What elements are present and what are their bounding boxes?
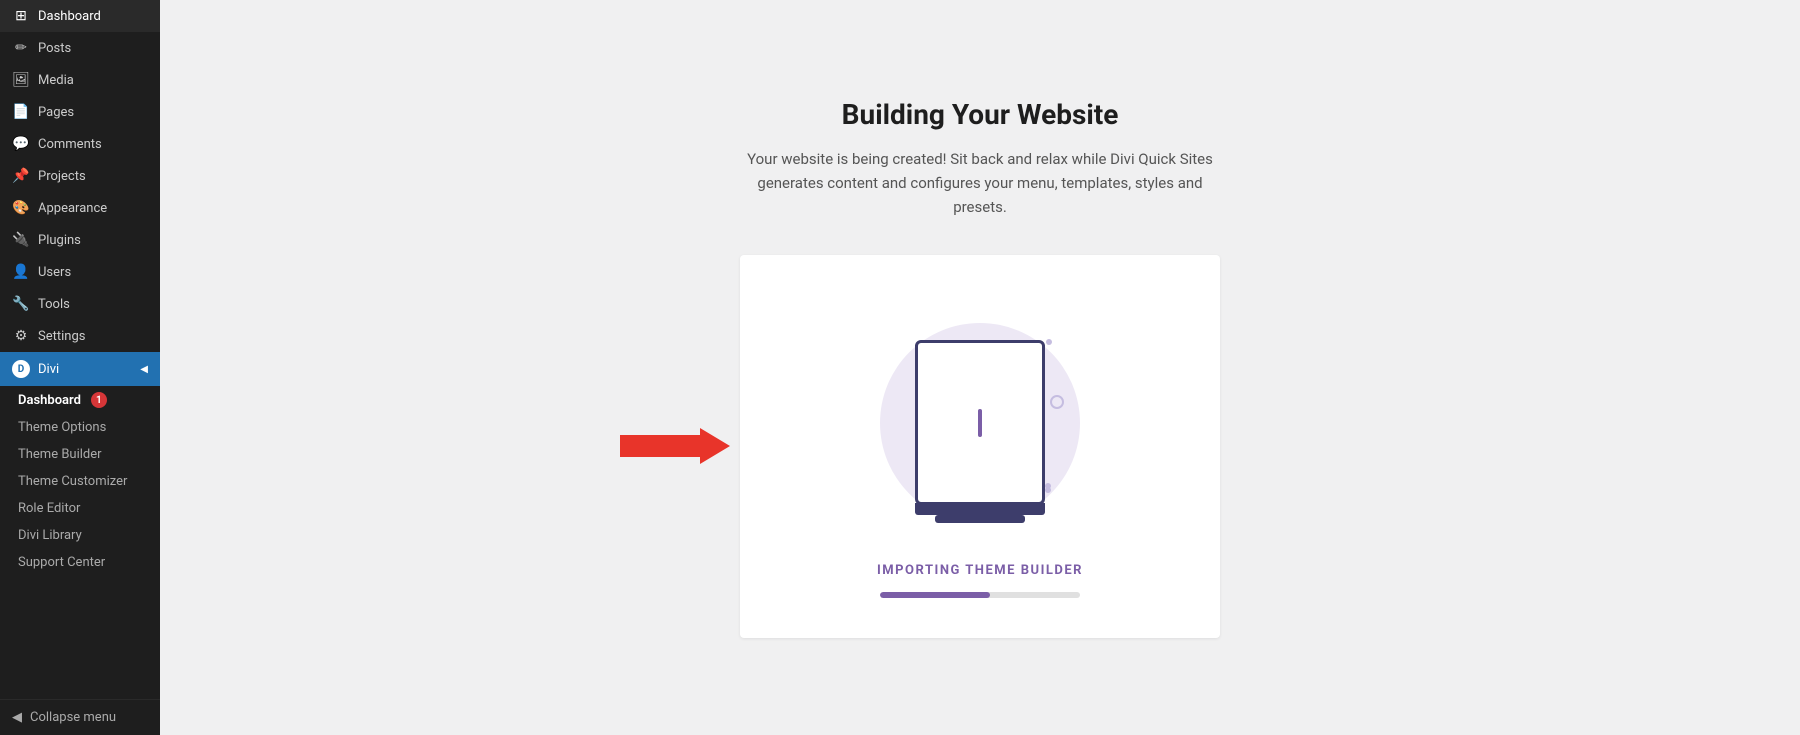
dashboard-badge: 1 (91, 392, 107, 408)
sidebar-item-projects[interactable]: 📌 Projects (0, 160, 160, 192)
pages-icon: 📄 (12, 104, 30, 120)
submenu-item-dashboard[interactable]: Dashboard 1 (0, 386, 160, 414)
submenu-item-theme-customizer[interactable]: Theme Customizer (0, 468, 160, 495)
device-stand (915, 503, 1045, 515)
submenu-theme-options-label: Theme Options (18, 420, 106, 435)
sidebar-item-tools[interactable]: 🔧 Tools (0, 288, 160, 320)
divi-menu-item[interactable]: D Divi ◀ (0, 352, 160, 386)
sidebar-item-label: Plugins (38, 233, 81, 248)
media-icon: 🖼 (12, 72, 30, 88)
sidebar-item-label: Projects (38, 169, 86, 184)
settings-icon: ⚙ (12, 328, 30, 344)
sidebar-item-label: Settings (38, 329, 85, 344)
submenu-theme-customizer-label: Theme Customizer (18, 474, 127, 489)
deco-circle-1 (1050, 395, 1064, 409)
sidebar-item-pages[interactable]: 📄 Pages (0, 96, 160, 128)
sidebar-item-label: Posts (38, 41, 71, 56)
sidebar-item-label: Dashboard (38, 9, 101, 24)
submenu-role-editor-label: Role Editor (18, 501, 80, 516)
progress-fill (880, 592, 990, 598)
submenu-item-role-editor[interactable]: Role Editor (0, 495, 160, 522)
dashboard-icon: ⊞ (12, 8, 30, 24)
collapse-icon: ◀ (12, 710, 22, 725)
submenu-item-theme-builder[interactable]: Theme Builder (0, 441, 160, 468)
comments-icon: 💬 (12, 136, 30, 152)
deco-dot-1 (1046, 339, 1052, 345)
sidebar-item-appearance[interactable]: 🎨 Appearance (0, 192, 160, 224)
building-card: IMPORTING THEME BUILDER (740, 255, 1220, 638)
sidebar-item-label: Media (38, 73, 74, 88)
red-arrow (620, 428, 730, 464)
sidebar-item-label: Appearance (38, 201, 107, 216)
page-subtitle: Your website is being created! Sit back … (740, 147, 1220, 219)
sidebar-item-posts[interactable]: ✏ Posts (0, 32, 160, 64)
posts-icon: ✏ (12, 40, 30, 56)
submenu-dashboard-label: Dashboard (18, 393, 81, 408)
divi-label: Divi (38, 362, 59, 377)
submenu-theme-builder-label: Theme Builder (18, 447, 102, 462)
collapse-menu-button[interactable]: ◀ Collapse menu (0, 699, 160, 735)
sidebar-item-users[interactable]: 👤 Users (0, 256, 160, 288)
submenu-item-divi-library[interactable]: Divi Library (0, 522, 160, 549)
users-icon: 👤 (12, 264, 30, 280)
projects-icon: 📌 (12, 168, 30, 184)
divi-submenu: Dashboard 1 Theme Options Theme Builder … (0, 386, 160, 576)
sidebar-item-plugins[interactable]: 🔌 Plugins (0, 224, 160, 256)
sidebar-item-comments[interactable]: 💬 Comments (0, 128, 160, 160)
submenu-divi-library-label: Divi Library (18, 528, 82, 543)
page-title: Building Your Website (842, 98, 1119, 131)
submenu-item-support-center[interactable]: Support Center (0, 549, 160, 576)
deco-dot-6 (1045, 487, 1051, 493)
device-base (935, 515, 1025, 523)
red-arrow-container (620, 428, 730, 464)
submenu-support-center-label: Support Center (18, 555, 105, 570)
sidebar: ⊞ Dashboard ✏ Posts 🖼 Media 📄 Pages 💬 Co… (0, 0, 160, 735)
illustration (860, 303, 1100, 543)
top-nav: ⊞ Dashboard ✏ Posts 🖼 Media 📄 Pages 💬 Co… (0, 0, 160, 352)
arrow-shaft (620, 435, 700, 457)
appearance-icon: 🎨 (12, 200, 30, 216)
submenu-item-theme-options[interactable]: Theme Options (0, 414, 160, 441)
device-frame (915, 340, 1045, 505)
plugins-icon: 🔌 (12, 232, 30, 248)
sidebar-item-label: Pages (38, 105, 74, 120)
progress-label: IMPORTING THEME BUILDER (877, 563, 1083, 578)
divi-icon: D (12, 360, 30, 378)
chevron-icon: ◀ (140, 364, 148, 375)
divi-section: D Divi ◀ (0, 352, 160, 386)
sidebar-item-label: Tools (38, 297, 70, 312)
sidebar-item-dashboard[interactable]: ⊞ Dashboard (0, 0, 160, 32)
tools-icon: 🔧 (12, 296, 30, 312)
collapse-label: Collapse menu (30, 710, 116, 725)
device-cursor (978, 409, 982, 437)
sidebar-item-media[interactable]: 🖼 Media (0, 64, 160, 96)
arrow-head (700, 428, 730, 464)
sidebar-item-settings[interactable]: ⚙ Settings (0, 320, 160, 352)
main-content: Building Your Website Your website is be… (160, 0, 1800, 735)
sidebar-item-label: Comments (38, 137, 102, 152)
progress-track (880, 592, 1080, 598)
sidebar-item-label: Users (38, 265, 71, 280)
